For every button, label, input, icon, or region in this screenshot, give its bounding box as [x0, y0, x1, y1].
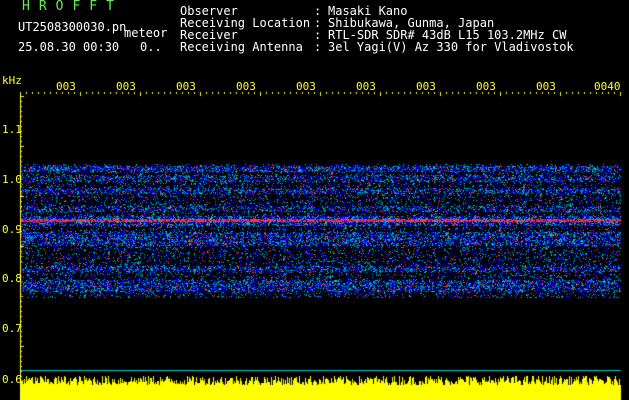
freq-tick-label: 0.6	[2, 373, 22, 386]
spectrogram-canvas	[0, 0, 629, 400]
time-tick-label: 003	[536, 81, 556, 92]
antenna-label: Receiving Antenna	[180, 40, 303, 54]
freq-tick-label: 0.9	[2, 223, 22, 236]
time-tick-label: 003	[416, 81, 436, 92]
time-tick-label: 003	[176, 81, 196, 92]
app-logo: HROFFT	[22, 0, 123, 14]
timestamp: 25.08.30 00:30	[18, 40, 120, 54]
freq-tick-label: 0.7	[2, 322, 22, 335]
time-tick-label: 003	[476, 81, 496, 92]
antenna-colon: :	[314, 40, 322, 54]
time-tick-label: 003	[356, 81, 376, 92]
time-tick-label: 003	[236, 81, 256, 92]
time-tick-label: 003	[56, 81, 76, 92]
time-extra: 0..	[140, 40, 162, 54]
time-tick-label: 003	[296, 81, 316, 92]
frequency-unit-label: kHz	[2, 74, 22, 87]
time-tick-label: 0040	[594, 81, 621, 92]
freq-tick-label: 1.0	[2, 173, 22, 186]
antenna-value: 3el Yagi(V) Az 330 for Vladivostok	[328, 40, 574, 54]
meteor-tag: meteor	[124, 26, 168, 40]
freq-tick-label: 1.1	[2, 123, 22, 136]
file-name: UT2508300030.pn	[18, 20, 127, 34]
time-tick-label: 003	[116, 81, 136, 92]
freq-tick-label: 0.8	[2, 272, 22, 285]
